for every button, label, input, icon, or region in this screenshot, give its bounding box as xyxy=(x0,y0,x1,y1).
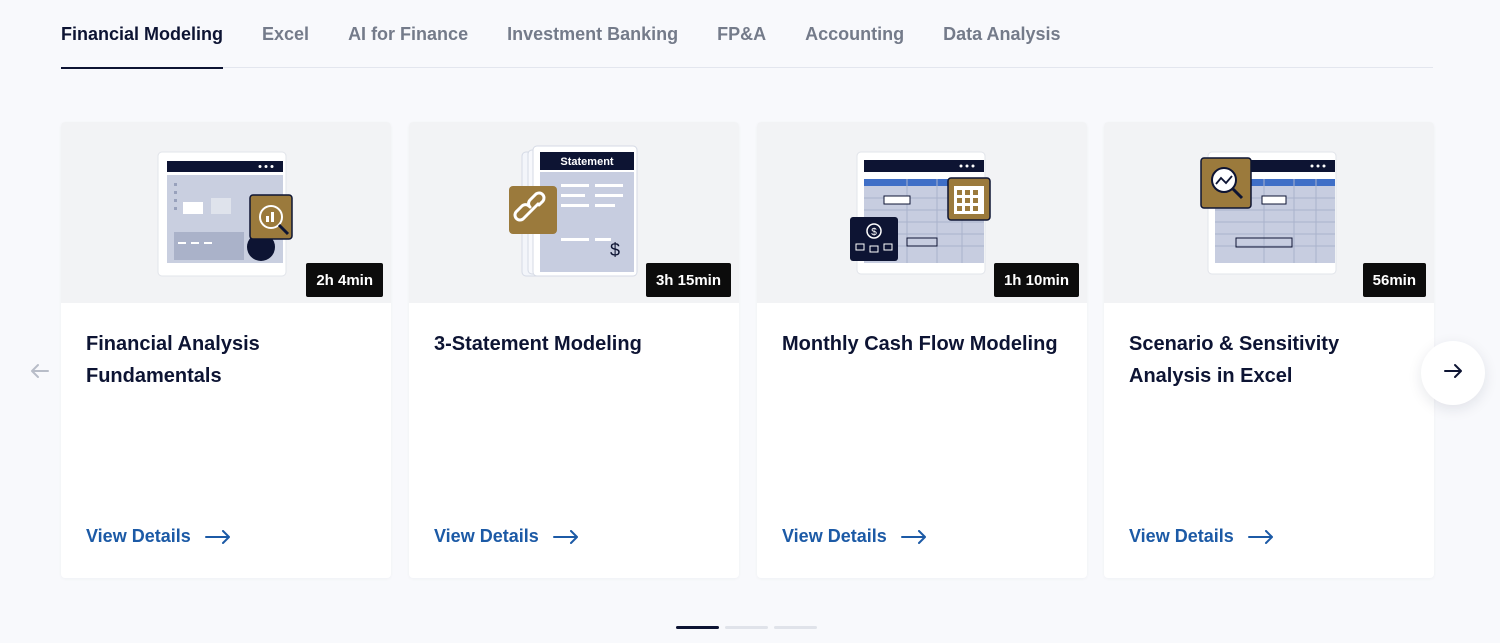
course-card[interactable]: Statement $ 3h 15min 3-Statement Modelin… xyxy=(409,122,739,578)
category-tabs: Financial Modeling Excel AI for Finance … xyxy=(61,0,1433,69)
tab-ai-for-finance[interactable]: AI for Finance xyxy=(348,0,468,68)
thumb-heading: Statement xyxy=(560,156,614,168)
arrow-right-icon xyxy=(204,529,231,544)
view-details-link[interactable]: View Details xyxy=(434,526,579,547)
duration-badge: 3h 15min xyxy=(645,263,731,297)
arrow-right-icon xyxy=(552,529,579,544)
view-details-label: View Details xyxy=(434,526,539,546)
course-card[interactable]: 56min Scenario & Sensitivity Analysis in… xyxy=(1104,122,1434,578)
tab-financial-modeling[interactable]: Financial Modeling xyxy=(61,0,224,69)
tab-accounting[interactable]: Accounting xyxy=(805,0,904,68)
svg-text:$: $ xyxy=(871,227,877,238)
course-title: Monthly Cash Flow Modeling xyxy=(782,333,1058,355)
tab-fpa[interactable]: FP&A xyxy=(717,0,766,68)
course-thumbnail: 2h 4min xyxy=(61,122,391,303)
course-carousel-section: Financial Modeling Excel AI for Finance … xyxy=(0,0,1500,643)
arrow-right-icon xyxy=(900,529,927,544)
course-thumbnail: Statement $ 3h 15min xyxy=(409,122,739,303)
course-title: 3-Statement Modeling xyxy=(434,333,642,355)
course-thumbnail: $ 1h 10min xyxy=(757,122,1087,303)
view-details-label: View Details xyxy=(1129,526,1234,546)
course-title: Scenario & Sensitivity Analysis in Excel xyxy=(1129,333,1340,387)
course-title: Financial Analysis Fundamentals xyxy=(86,333,260,387)
duration-badge: 1h 10min xyxy=(993,263,1079,297)
tab-excel[interactable]: Excel xyxy=(262,0,309,68)
duration-badge: 56min xyxy=(1362,263,1426,297)
tab-data-analysis[interactable]: Data Analysis xyxy=(943,0,1060,68)
duration-badge: 2h 4min xyxy=(306,263,383,297)
course-card[interactable]: $ 1h 10min Monthly Cash Flow Modeling Vi… xyxy=(757,122,1087,578)
arrow-right-icon xyxy=(1441,359,1465,388)
pagination-dot-3[interactable] xyxy=(774,626,817,629)
pagination-dot-2[interactable] xyxy=(725,626,768,629)
pagination-dot-1[interactable] xyxy=(676,626,719,629)
svg-text:$: $ xyxy=(610,240,620,260)
view-details-link[interactable]: View Details xyxy=(782,526,927,547)
arrow-left-icon xyxy=(28,359,52,388)
tab-investment-banking[interactable]: Investment Banking xyxy=(507,0,678,68)
arrow-right-icon xyxy=(1247,529,1274,544)
view-details-label: View Details xyxy=(782,526,887,546)
course-card[interactable]: 2h 4min Financial Analysis Fundamentals … xyxy=(61,122,391,578)
view-details-link[interactable]: View Details xyxy=(86,526,231,547)
view-details-link[interactable]: View Details xyxy=(1129,526,1274,547)
carousel-next-button[interactable] xyxy=(1421,341,1485,405)
view-details-label: View Details xyxy=(86,526,191,546)
carousel-pagination xyxy=(676,626,817,629)
course-thumbnail: 56min xyxy=(1104,122,1434,303)
